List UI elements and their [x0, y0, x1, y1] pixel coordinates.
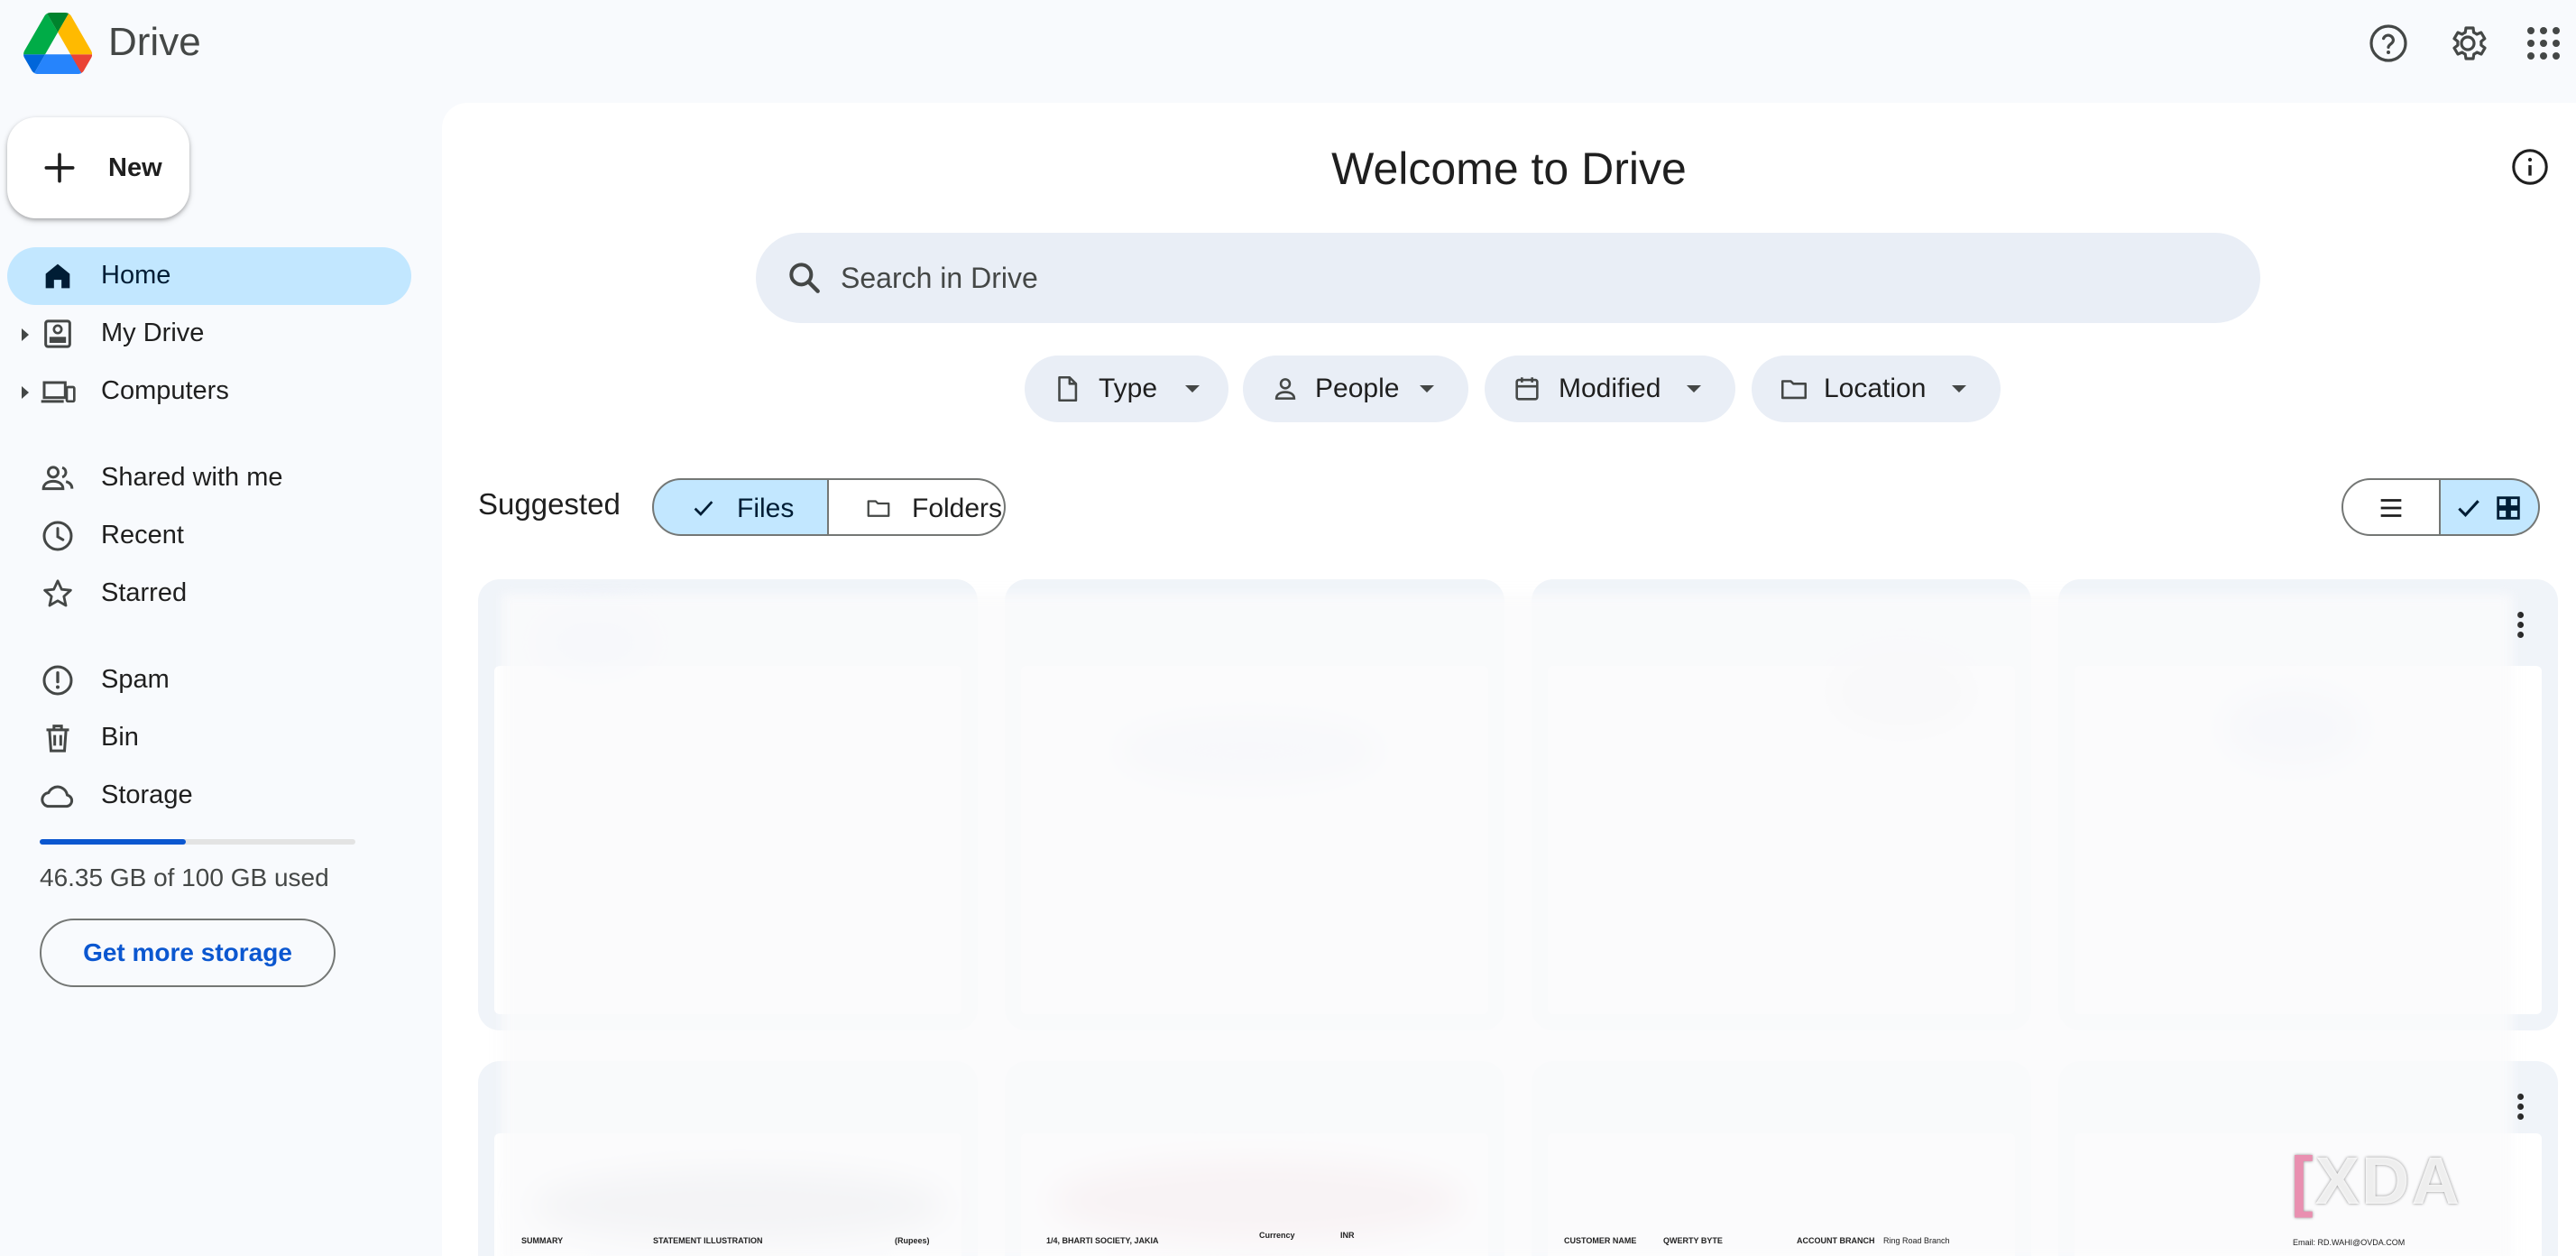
dropdown-arrow-icon	[1185, 385, 1200, 392]
doc-text: Currency	[1259, 1231, 1295, 1240]
list-view-button[interactable]	[2341, 478, 2441, 536]
files-toggle-button[interactable]: Files	[652, 478, 829, 536]
sidebar-item-label: Bin	[101, 723, 139, 752]
sidebar-item-shared-with-me[interactable]: Shared with me	[7, 449, 411, 507]
home-icon	[40, 258, 76, 294]
expand-arrow-icon[interactable]	[22, 386, 29, 399]
shared-icon	[40, 460, 76, 496]
filter-label: Location	[1824, 374, 1927, 403]
doc-text: SUMMARY	[521, 1236, 564, 1245]
doc-text: ACCOUNT BRANCH	[1797, 1236, 1875, 1245]
spam-icon	[40, 662, 76, 698]
filter-label: Modified	[1559, 374, 1661, 403]
sidebar-item-my-drive[interactable]: My Drive	[7, 305, 411, 363]
dropdown-arrow-icon	[1952, 385, 1966, 392]
calendar-icon	[1512, 374, 1542, 404]
watermark-text: XDA	[2314, 1143, 2461, 1218]
suggested-heading: Suggested	[478, 487, 621, 521]
sidebar-item-spam[interactable]: Spam	[7, 651, 411, 709]
new-button-label: New	[108, 152, 162, 182]
doc-text: (Rupees)	[895, 1236, 930, 1245]
more-options-icon[interactable]	[2513, 1090, 2527, 1126]
person-icon	[1270, 374, 1301, 404]
sidebar-item-label: Starred	[101, 578, 188, 607]
list-view-icon	[2380, 499, 2402, 517]
file-icon	[1052, 374, 1082, 404]
plus-icon	[44, 152, 75, 183]
search-input[interactable]	[841, 256, 2194, 300]
dropdown-arrow-icon	[1420, 385, 1434, 392]
folder-icon	[867, 500, 890, 517]
sidebar-item-starred[interactable]: Starred	[7, 565, 411, 623]
help-icon[interactable]	[2363, 18, 2414, 69]
filter-type-chip[interactable]: Type	[1025, 356, 1228, 422]
storage-progress-bar	[40, 839, 355, 845]
dropdown-arrow-icon	[1687, 385, 1701, 392]
sidebar-item-home[interactable]: Home	[7, 247, 411, 305]
filter-people-chip[interactable]: People	[1243, 356, 1468, 422]
my-drive-icon	[40, 316, 76, 352]
doc-text: QWERTY BYTE	[1663, 1236, 1723, 1245]
sidebar-item-bin[interactable]: Bin	[7, 709, 411, 767]
sidebar-item-label: Spam	[101, 665, 170, 694]
doc-text: CUSTOMER NAME	[1564, 1236, 1637, 1245]
filter-location-chip[interactable]: Location	[1752, 356, 2001, 422]
more-options-icon[interactable]	[2513, 608, 2527, 644]
search-icon[interactable]	[785, 258, 824, 298]
top-bar: Drive	[0, 0, 2576, 101]
filter-modified-chip[interactable]: Modified	[1485, 356, 1735, 422]
sidebar-item-label: Shared with me	[101, 463, 283, 492]
filter-label: People	[1315, 374, 1400, 403]
filter-label: Type	[1099, 374, 1158, 403]
doc-text: STATEMENT ILLUSTRATION	[653, 1236, 763, 1245]
search-bar[interactable]	[756, 233, 2260, 323]
drive-logo-icon[interactable]	[23, 13, 93, 74]
doc-text: INR	[1340, 1231, 1355, 1240]
sidebar-item-recent[interactable]: Recent	[7, 507, 411, 565]
sidebar-item-label: My Drive	[101, 319, 205, 347]
folder-icon	[1779, 374, 1809, 404]
sidebar-item-label: Recent	[101, 521, 184, 550]
doc-text: 1/4, BHARTI SOCIETY, JAKIA	[1046, 1236, 1159, 1245]
clock-icon	[40, 518, 76, 554]
check-icon	[694, 501, 713, 516]
app-title: Drive	[108, 20, 201, 64]
files-toggle-label: Files	[737, 494, 795, 523]
folders-toggle-label: Folders	[912, 494, 1003, 523]
sidebar-item-storage[interactable]: Storage	[7, 767, 411, 825]
sidebar-item-computers[interactable]: Computers	[7, 363, 411, 420]
cloud-icon	[40, 778, 76, 814]
grid-view-icon	[2497, 496, 2520, 520]
apps-grid-icon[interactable]	[2518, 18, 2569, 69]
expand-arrow-icon[interactable]	[22, 328, 29, 341]
info-icon[interactable]	[2509, 146, 2551, 188]
storage-usage-text: 46.35 GB of 100 GB used	[40, 864, 329, 891]
bin-icon	[40, 720, 76, 756]
doc-text: Email: RD.WAHI@OVDA.COM	[2293, 1238, 2406, 1247]
folders-toggle-button[interactable]: Folders	[829, 478, 1006, 536]
page-title: Welcome to Drive	[1331, 143, 1687, 194]
sidebar-item-label: Home	[101, 261, 171, 290]
grid-view-button[interactable]	[2441, 478, 2540, 536]
xda-watermark: [XDA	[2291, 1143, 2461, 1218]
computers-icon	[40, 374, 76, 410]
star-icon	[40, 576, 76, 612]
sidebar-item-label: Computers	[101, 376, 229, 405]
new-button[interactable]: New	[7, 117, 189, 218]
sidebar-item-label: Storage	[101, 780, 193, 809]
get-more-storage-button[interactable]: Get more storage	[40, 919, 336, 987]
storage-progress-fill	[40, 839, 187, 845]
doc-text: Ring Road Branch	[1883, 1236, 1950, 1245]
settings-icon[interactable]	[2443, 18, 2493, 69]
blur-overlay	[501, 594, 2513, 1256]
check-icon	[2458, 500, 2479, 518]
main-panel: Welcome to Drive Type People Modified Lo…	[442, 103, 2576, 1256]
